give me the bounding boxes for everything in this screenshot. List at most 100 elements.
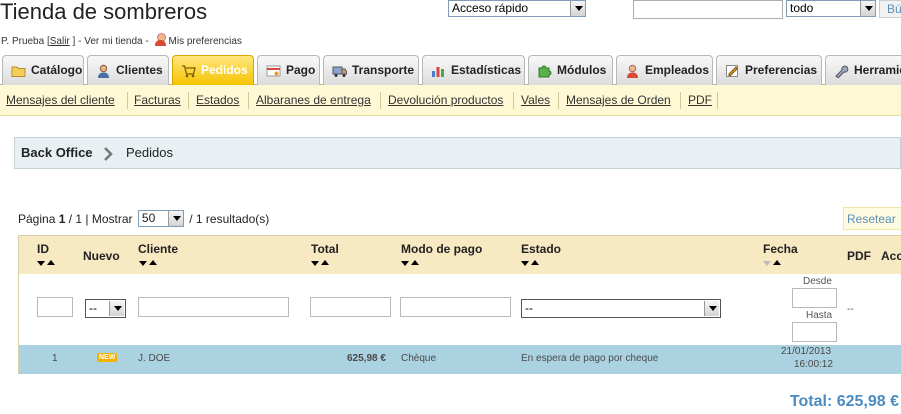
col-actions: Acc: [881, 249, 901, 263]
divider: [380, 92, 381, 109]
subtab-statuses[interactable]: Estados: [196, 93, 239, 107]
orders-table: ID Nuevo Cliente Total Modo de pago Esta…: [18, 235, 901, 374]
sort-icon[interactable]: [311, 259, 331, 267]
divider: [188, 92, 189, 109]
logout-link[interactable]: Salir: [50, 36, 70, 47]
separator: -: [145, 36, 149, 47]
tab-label: Empleados: [645, 63, 710, 77]
divider: [717, 92, 718, 109]
tab-tools[interactable]: Herramientas: [825, 55, 901, 85]
preferences-icon: [726, 65, 739, 77]
search-scope-value: todo: [790, 1, 814, 15]
filter-date-to-input[interactable]: [792, 322, 837, 342]
user-icon: [154, 33, 167, 46]
page-of-label: / 1 | Mostrar: [68, 211, 133, 226]
tab-employees[interactable]: Empleados: [616, 55, 713, 85]
search-scope-select[interactable]: todo: [786, 0, 876, 17]
subtab-bar: Mensajes del cliente Facturas Estados Al…: [0, 85, 901, 116]
filter-total-input[interactable]: [310, 297, 391, 317]
quick-access-value: Acceso rápido: [452, 1, 529, 15]
tab-label: Módulos: [557, 63, 607, 77]
sort-icon[interactable]: [521, 259, 541, 267]
separator: -: [78, 36, 82, 47]
sort-icon[interactable]: [401, 259, 421, 267]
col-id: ID: [37, 242, 49, 256]
col-date: Fecha: [763, 242, 798, 256]
breadcrumb-root[interactable]: Back Office: [21, 145, 93, 160]
my-preferences-link[interactable]: Mis preferencias: [169, 36, 242, 47]
payment-icon: [266, 65, 281, 77]
tab-label: Pedidos: [201, 63, 248, 77]
logout-bracket-close: ]: [72, 36, 76, 47]
chevron-down-icon: [167, 211, 183, 226]
tab-modules[interactable]: Módulos: [528, 55, 613, 85]
orders-total: Total: 625,98 €: [789, 393, 899, 410]
main-tabs: Catálogo Clientes Pedidos Pago Transport…: [0, 53, 901, 85]
date-to-label: Hasta: [806, 310, 833, 321]
chevron-down-icon: [704, 301, 719, 316]
divider: [513, 92, 514, 109]
stats-icon: [432, 67, 444, 77]
tab-customers[interactable]: Clientes: [87, 55, 169, 85]
cell-status: En espera de pago por cheque: [521, 353, 659, 364]
cell-id: 1: [52, 353, 58, 364]
subtab-pdf[interactable]: PDF: [688, 93, 712, 107]
chevron-right-icon: [104, 147, 113, 161]
per-page-select[interactable]: 50: [137, 210, 184, 227]
tab-preferences[interactable]: Preferencias: [716, 55, 822, 85]
wrench-icon: [835, 65, 849, 78]
tab-orders[interactable]: Pedidos: [172, 55, 254, 85]
tab-label: Estadísticas: [451, 63, 522, 77]
tab-statistics[interactable]: Estadísticas: [422, 55, 525, 85]
subtab-invoices[interactable]: Facturas: [134, 93, 181, 107]
view-shop-link[interactable]: Ver mi tienda: [84, 36, 142, 47]
user-bar: P. Prueba [Salir ] - Ver mi tienda - Mis…: [1, 33, 242, 47]
subtab-delivery-slips[interactable]: Albaranes de entrega: [256, 93, 371, 107]
filter-status-select[interactable]: --: [521, 299, 721, 318]
cell-time: 16:00:12: [794, 359, 833, 370]
cart-icon: [182, 65, 196, 78]
subtab-vouchers[interactable]: Vales: [521, 93, 550, 107]
tab-shipping[interactable]: Transporte: [323, 55, 419, 85]
search-button[interactable]: Bú: [879, 0, 901, 18]
tab-catalog[interactable]: Catálogo: [2, 55, 84, 85]
subtab-product-returns[interactable]: Devolución productos: [388, 93, 503, 107]
per-page-value: 50: [141, 211, 156, 226]
tab-label: Transporte: [352, 63, 415, 77]
tab-label: Preferencias: [745, 63, 818, 77]
filter-date-from-input[interactable]: [792, 288, 837, 308]
col-status: Estado: [521, 242, 562, 256]
breadcrumb: Back Office Pedidos: [14, 137, 901, 169]
cell-payment: Chèque: [401, 353, 437, 364]
reset-button[interactable]: Resetear: [843, 207, 901, 230]
filter-new-select[interactable]: --: [85, 299, 126, 318]
breadcrumb-current: Pedidos: [126, 145, 173, 160]
quick-access-select[interactable]: Acceso rápido: [448, 0, 586, 17]
user-name: P. Prueba: [1, 36, 45, 47]
page-label: Página: [18, 211, 56, 226]
filter-status-value: --: [525, 301, 533, 315]
table-row[interactable]: 1 NEW J. DOE 625,98 € Chèque En espera d…: [19, 345, 901, 374]
current-page: 1: [58, 211, 66, 226]
filter-row: -- -- Desde Hasta --: [19, 274, 901, 345]
filter-customer-input[interactable]: [138, 297, 289, 317]
truck-icon: [332, 66, 347, 77]
sort-icon[interactable]: [37, 259, 57, 267]
folder-icon: [11, 66, 26, 77]
filter-id-input[interactable]: [37, 297, 73, 317]
sort-icon[interactable]: [763, 259, 783, 267]
cell-total: 625,98 €: [347, 353, 386, 364]
search-input[interactable]: [633, 0, 783, 19]
divider: [558, 92, 559, 109]
divider: [680, 92, 681, 109]
subtab-customer-messages[interactable]: Mensajes del cliente: [6, 93, 115, 107]
filter-payment-input[interactable]: [400, 297, 511, 317]
sort-icon[interactable]: [139, 259, 159, 267]
subtab-order-messages[interactable]: Mensajes de Orden: [566, 93, 671, 107]
filter-new-value: --: [89, 301, 97, 315]
tab-payment[interactable]: Pago: [257, 55, 320, 85]
col-total: Total: [311, 242, 339, 256]
tab-label: Herramientas: [854, 63, 901, 77]
table-header: ID Nuevo Cliente Total Modo de pago Esta…: [19, 235, 901, 274]
chevron-down-icon: [860, 1, 875, 16]
